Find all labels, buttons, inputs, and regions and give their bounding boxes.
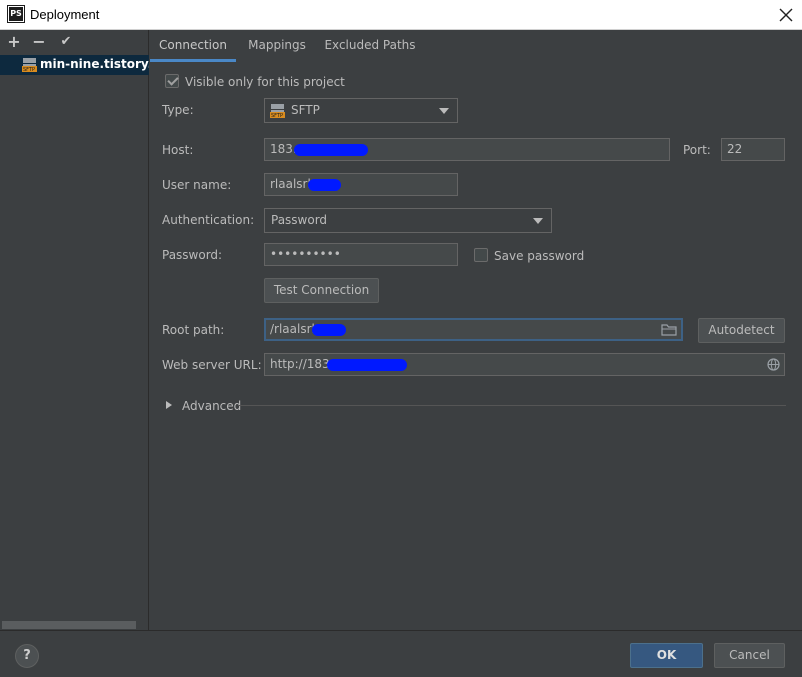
chevron-down-icon: [533, 218, 543, 224]
type-value: SFTP: [291, 103, 320, 117]
svg-text:SFTP: SFTP: [271, 113, 283, 118]
divider: [238, 405, 786, 406]
tab-excluded-paths[interactable]: Excluded Paths: [322, 30, 418, 62]
type-select[interactable]: SFTP SFTP: [264, 98, 458, 123]
auth-select[interactable]: Password: [264, 208, 552, 233]
test-connection-button[interactable]: Test Connection: [264, 278, 379, 303]
chevron-down-icon: [439, 108, 449, 114]
redaction-mark: [294, 144, 368, 156]
sftp-icon: SFTP: [270, 104, 285, 118]
visible-only-label: Visible only for this project: [185, 75, 345, 89]
auth-value: Password: [271, 213, 328, 227]
redaction-mark: [308, 179, 341, 191]
help-button[interactable]: ?: [15, 644, 39, 668]
folder-browse-icon[interactable]: [661, 323, 677, 337]
phpstorm-logo-icon: PS: [7, 5, 25, 23]
username-input[interactable]: rlaalsrb: [264, 173, 458, 196]
add-server-button[interactable]: +: [5, 33, 23, 51]
visible-only-checkbox[interactable]: [165, 74, 179, 88]
root-path-label: Root path:: [162, 323, 225, 337]
remove-server-button[interactable]: −: [30, 33, 48, 51]
window-title: Deployment: [30, 7, 100, 22]
web-url-label: Web server URL:: [162, 358, 262, 372]
port-label: Port:: [683, 143, 711, 157]
username-label: User name:: [162, 178, 232, 192]
tab-bar: Connection Mappings Excluded Paths: [150, 30, 802, 62]
redaction-mark: [327, 359, 407, 371]
tab-mappings[interactable]: Mappings: [242, 30, 312, 62]
server-name: min-nine.tistory.com: [40, 57, 149, 71]
port-input[interactable]: 22: [721, 138, 785, 161]
advanced-label: Advanced: [182, 399, 242, 413]
open-in-browser-icon[interactable]: [767, 358, 780, 371]
chevron-right-icon: [166, 401, 172, 409]
cancel-button[interactable]: Cancel: [714, 643, 785, 668]
horizontal-scrollbar[interactable]: [2, 621, 136, 629]
host-value: 183.: [270, 142, 297, 156]
svg-text:SFTP: SFTP: [23, 67, 35, 72]
server-list-item[interactable]: SFTP min-nine.tistory.com: [0, 55, 149, 75]
save-password-label: Save password: [494, 249, 585, 263]
set-default-button[interactable]: ✔: [57, 33, 75, 51]
port-value: 22: [727, 142, 743, 156]
type-label: Type:: [162, 103, 194, 117]
sftp-server-icon: SFTP: [22, 58, 37, 72]
password-label: Password:: [162, 248, 223, 262]
host-label: Host:: [162, 143, 194, 157]
ok-button[interactable]: OK: [630, 643, 703, 668]
password-value: ••••••••••: [270, 247, 341, 261]
server-list-panel: + − ✔ SFTP min-nine.tistory.com: [0, 30, 149, 630]
dialog-footer: ? OK Cancel: [0, 630, 802, 677]
redaction-mark: [312, 324, 346, 336]
web-url-value: http://183.: [270, 357, 334, 371]
auth-label: Authentication:: [162, 213, 255, 227]
autodetect-button[interactable]: Autodetect: [698, 318, 785, 343]
save-password-checkbox[interactable]: [474, 248, 488, 262]
server-toolbar: + − ✔: [0, 30, 149, 54]
close-icon[interactable]: [776, 5, 796, 25]
advanced-section[interactable]: Advanced: [166, 398, 786, 414]
tab-connection[interactable]: Connection: [150, 30, 236, 62]
password-input[interactable]: ••••••••••: [264, 243, 458, 266]
title-bar: PS Deployment: [0, 0, 802, 30]
